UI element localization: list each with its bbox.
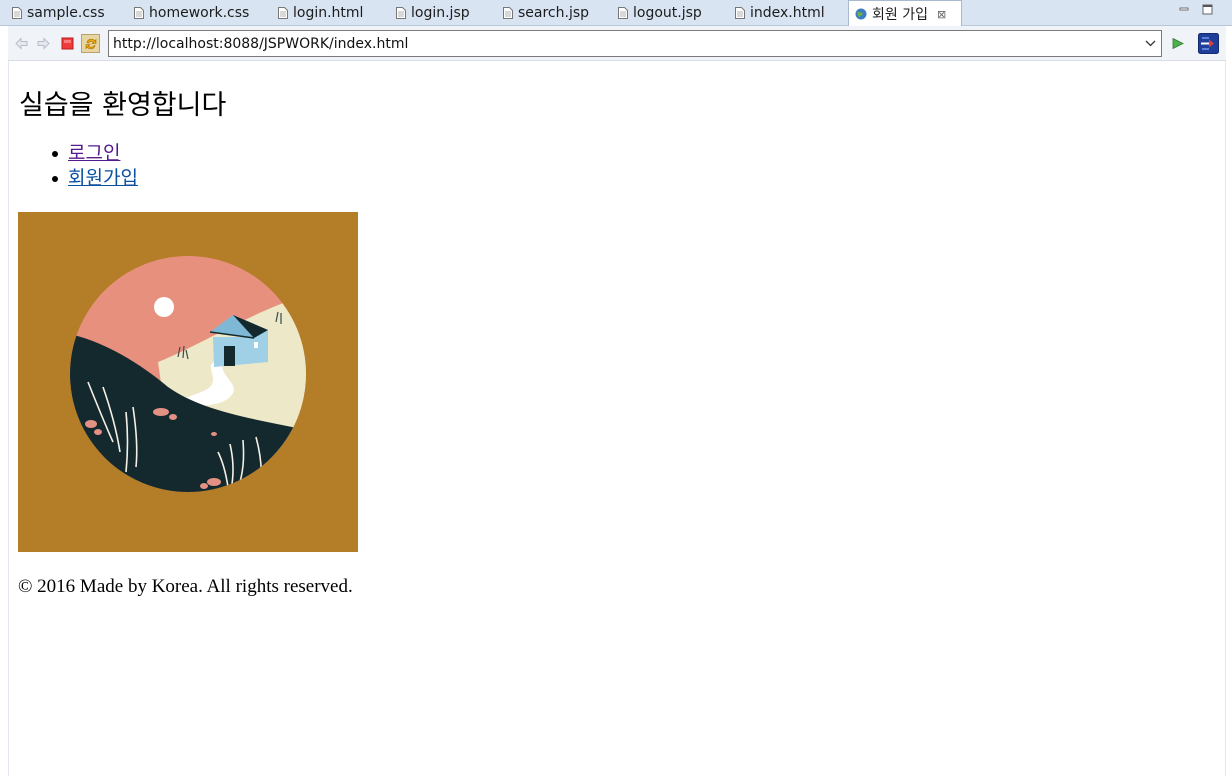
file-icon: [134, 7, 144, 19]
file-icon: [396, 7, 406, 19]
tab-login-html[interactable]: login.html: [278, 0, 363, 26]
tab-label: logout.jsp: [633, 5, 702, 21]
list-item: 회원가입: [19, 166, 138, 191]
tab-label: sample.css: [27, 5, 105, 21]
tab-label: homework.css: [149, 5, 250, 21]
nav-list: 로그인 회원가입: [19, 141, 138, 191]
file-icon: [503, 7, 513, 19]
tab-homework-css[interactable]: homework.css: [134, 0, 249, 26]
refresh-icon[interactable]: [81, 34, 100, 53]
tab-signup-browser[interactable]: 회원 가입 ⊠: [848, 0, 962, 27]
globe-icon: [855, 8, 867, 20]
address-bar[interactable]: http://localhost:8088/JSPWORK/index.html: [108, 30, 1162, 57]
tab-login-jsp[interactable]: login.jsp: [396, 0, 470, 26]
signup-link[interactable]: 회원가입: [68, 167, 138, 189]
bullet: [52, 151, 58, 157]
editor-tab-bar: sample.css homework.css login.html login…: [0, 0, 1232, 27]
tab-label: login.jsp: [411, 5, 470, 21]
tab-label: search.jsp: [518, 5, 590, 21]
tab-search-jsp[interactable]: search.jsp: [503, 0, 589, 26]
url-input[interactable]: http://localhost:8088/JSPWORK/index.html: [109, 36, 1139, 52]
forward-arrow-icon[interactable]: [35, 35, 52, 52]
minimize-icon[interactable]: [1177, 2, 1191, 16]
tab-sample-css[interactable]: sample.css: [12, 0, 105, 26]
tab-index-html[interactable]: index.html: [735, 0, 825, 26]
tab-label: index.html: [750, 5, 825, 21]
file-icon: [12, 7, 22, 19]
external-browser-icon[interactable]: [1198, 33, 1219, 54]
page-title: 실습을 환영합니다: [19, 90, 227, 121]
maximize-icon[interactable]: [1200, 2, 1214, 16]
landscape-illustration: [18, 212, 358, 552]
bullet: [52, 176, 58, 182]
chevron-down-icon[interactable]: [1139, 31, 1161, 56]
file-icon: [278, 7, 288, 19]
tab-label: 회원 가입: [872, 7, 928, 23]
stop-icon[interactable]: [59, 35, 76, 52]
browser-viewport: 실습을 환영합니다 로그인 회원가입 © 2016 Made by Korea.…: [8, 61, 1226, 776]
tab-label: login.html: [293, 5, 364, 21]
list-item: 로그인: [19, 141, 138, 166]
close-icon[interactable]: ⊠: [937, 8, 946, 21]
footer-copyright: © 2016 Made by Korea. All rights reserve…: [18, 576, 353, 597]
tab-logout-jsp[interactable]: logout.jsp: [618, 0, 702, 26]
browser-toolbar: http://localhost:8088/JSPWORK/index.html: [8, 26, 1226, 61]
login-link[interactable]: 로그인: [68, 142, 120, 164]
file-icon: [735, 7, 745, 19]
file-icon: [618, 7, 628, 19]
back-arrow-icon[interactable]: [13, 35, 30, 52]
go-icon[interactable]: [1169, 35, 1186, 52]
